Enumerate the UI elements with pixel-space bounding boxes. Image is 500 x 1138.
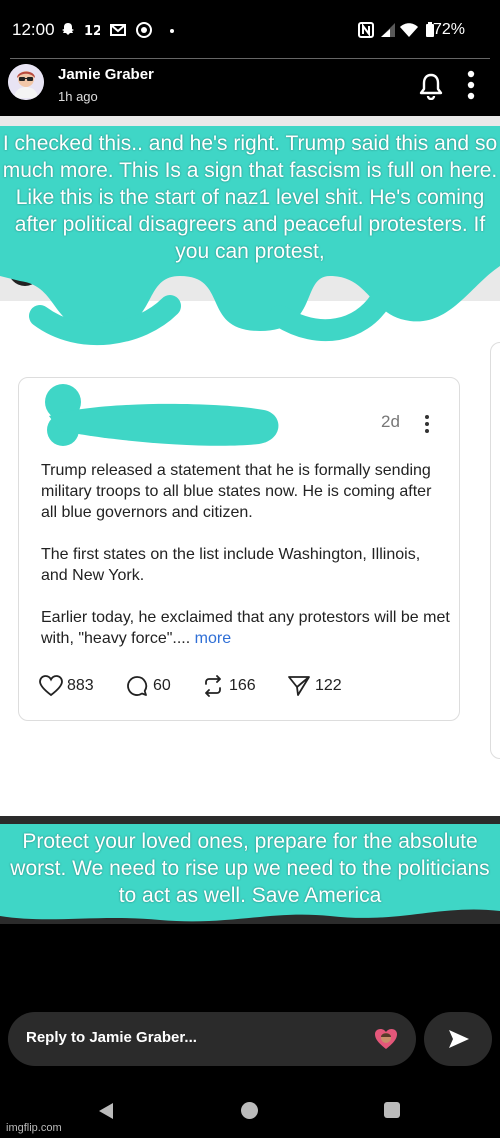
wifi-icon [400,22,418,38]
send-button[interactable] [424,1012,492,1066]
repost-action[interactable]: 166 [201,675,256,697]
dot-icon [164,22,180,38]
like-count: 883 [67,677,94,694]
more-link[interactable]: more [195,630,231,647]
more-options-icon[interactable] [466,70,476,100]
top-caption: I checked this.. and he's right. Trump s… [2,132,498,263]
recent-apps-icon[interactable] [384,1102,400,1118]
reply-count: 60 [153,677,171,694]
heart-reaction-icon[interactable] [374,1027,398,1051]
post-paragraph-3-text: Earlier today, he exclaimed that any pro… [41,609,450,647]
battery-percent: 72% [433,21,466,38]
gmail-icon [110,22,126,38]
home-icon[interactable] [241,1102,258,1119]
svg-text:12: 12 [84,24,100,38]
comment-icon [127,676,148,696]
repost-count: 166 [229,677,256,694]
share-icon [288,676,310,696]
post-more-icon[interactable] [423,414,431,434]
nfc-icon [358,22,374,38]
reply-bar[interactable]: Reply to Jamie Graber... [8,1012,416,1066]
divider [10,58,490,59]
chrome-icon [136,22,152,38]
bottom-caption: Protect your loved ones, prepare for the… [10,830,490,907]
reply-input[interactable]: Reply to Jamie Graber... [26,1029,197,1046]
watermark: imgflip.com [6,1122,62,1134]
heart-icon [39,675,63,697]
share-action[interactable]: 122 [287,675,342,697]
like-action[interactable]: 883 [39,675,94,697]
send-icon [449,1030,469,1048]
redaction-scribble [45,384,279,446]
repost-icon [205,675,221,697]
settings-icon: 12 [84,22,102,39]
post-time: 1h ago [58,89,98,104]
post-paragraph-1: Trump released a statement that he is fo… [41,462,432,521]
post-card[interactable]: 2d Trump released a statement that he is… [18,377,460,721]
user-name[interactable]: Jamie Graber [58,66,154,83]
post-time-label: 2d [381,412,400,431]
snapchat-icon [60,22,76,38]
back-icon[interactable] [98,1102,114,1120]
story-screenshot: I checked this.. and he's right. Trump s… [0,116,500,924]
signal-icon [380,22,396,38]
avatar[interactable] [8,64,44,100]
reply-action[interactable]: 60 [125,675,171,697]
post-paragraph-2: The first states on the list include Was… [41,546,421,584]
status-time: 12:00 [12,20,55,39]
bell-icon[interactable] [418,72,444,101]
post-paragraph-3: Earlier today, he exclaimed that any pro… [41,607,451,649]
share-count: 122 [315,677,342,694]
next-card-edge [490,342,500,759]
